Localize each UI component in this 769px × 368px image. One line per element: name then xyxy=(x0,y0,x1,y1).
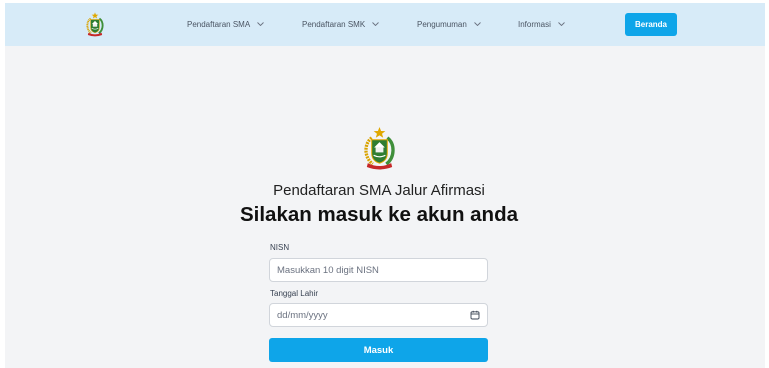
login-subtitle: Pendaftaran SMA Jalur Afirmasi xyxy=(273,182,485,199)
birth-date-label: Tanggal Lahir xyxy=(270,289,319,298)
nav-item-informasi[interactable]: Informasi xyxy=(518,17,565,31)
birth-date-input[interactable] xyxy=(269,303,488,327)
nav-item-label: Pendaftaran SMK xyxy=(302,19,366,29)
provincial-emblem-icon xyxy=(360,126,399,171)
chevron-down-icon xyxy=(558,22,565,26)
nav-item-label: Informasi xyxy=(518,19,551,29)
chevron-down-icon xyxy=(372,22,379,26)
chevron-down-icon xyxy=(257,22,264,26)
login-title: Silakan masuk ke akun anda xyxy=(239,203,519,226)
provincial-emblem-icon xyxy=(84,10,106,39)
calendar-icon[interactable] xyxy=(470,310,480,320)
beranda-button[interactable]: Beranda xyxy=(625,13,677,36)
page: Pendaftaran SMA Pendaftaran SMK Pengumum… xyxy=(5,3,765,368)
masuk-button[interactable]: Masuk xyxy=(269,338,488,362)
nav-item-pendaftaran-smk[interactable]: Pendaftaran SMK xyxy=(302,17,379,31)
nav-item-label: Pendaftaran SMA xyxy=(187,19,251,29)
chevron-down-icon xyxy=(473,22,481,26)
nav-item-label: Pengumuman xyxy=(417,19,467,29)
birth-date-field xyxy=(269,303,488,327)
nisn-label: NISN xyxy=(270,243,290,252)
nisn-input[interactable] xyxy=(269,258,488,282)
nav-item-pengumuman[interactable]: Pengumuman xyxy=(417,17,481,31)
navbar-logo-link[interactable] xyxy=(84,10,106,39)
navbar: Pendaftaran SMA Pendaftaran SMK Pengumum… xyxy=(5,3,765,46)
nav-item-pendaftaran-sma[interactable]: Pendaftaran SMA xyxy=(187,17,264,31)
